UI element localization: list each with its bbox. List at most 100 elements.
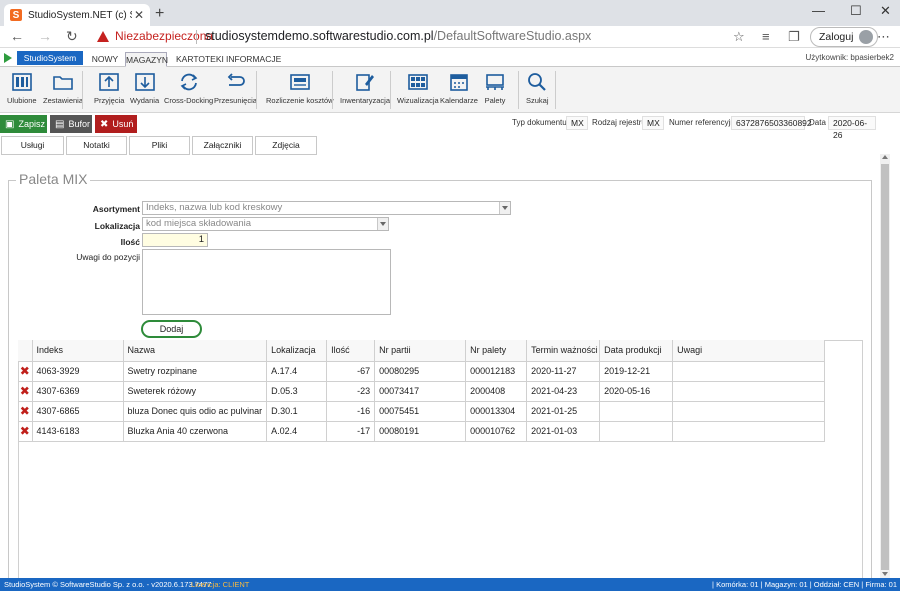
tab-zalaczniki[interactable]: Załączniki: [192, 136, 253, 155]
tab-notatki[interactable]: Notatki: [66, 136, 127, 155]
save-button[interactable]: ▣ Zapisz: [0, 115, 47, 133]
inventory-icon: [356, 74, 375, 91]
ribbon-receive-button[interactable]: Przyjęcia: [94, 71, 124, 105]
url-field[interactable]: studiosystemdemo.softwarestudio.com.pl/D…: [205, 29, 591, 43]
save-icon: ▣: [5, 118, 15, 130]
back-icon[interactable]: ←: [10, 28, 24, 44]
doc-type-field[interactable]: MX: [566, 116, 588, 130]
col-nazwa[interactable]: Nazwa: [122, 340, 268, 362]
vertical-scrollbar[interactable]: [880, 154, 890, 578]
location-combo[interactable]: kod miejsca składowania: [142, 217, 389, 231]
tab-zdjecia[interactable]: Zdjęcia: [255, 136, 317, 155]
studiosystem-favicon-icon: S: [10, 9, 22, 21]
col-ilosc[interactable]: Ilość: [326, 340, 376, 362]
menu-icon[interactable]: ⋯: [877, 29, 890, 45]
ref-field[interactable]: 6372876503360892: [731, 116, 812, 130]
delete-row-icon[interactable]: ✖: [18, 400, 33, 422]
ribbon-cost-button[interactable]: Rozliczenie kosztów: [266, 71, 334, 105]
assortment-label: Asortyment: [92, 204, 140, 214]
date-label: Data: [809, 118, 826, 127]
close-tab-icon[interactable]: ✕: [134, 8, 144, 22]
table-row[interactable]: ✖ 4143-6183 Bluzka Ania 40 czerwona A.02.4-…: [18, 420, 826, 442]
scroll-down-icon[interactable]: [882, 572, 888, 576]
tab-magazyn[interactable]: MAGAZYN: [125, 52, 168, 67]
play-icon[interactable]: [4, 53, 12, 63]
ribbon-pallets-button[interactable]: Palety: [484, 71, 506, 105]
reload-icon[interactable]: ↻: [66, 28, 78, 45]
tab-informacje[interactable]: INFORMACJE: [226, 52, 281, 67]
ribbon-label: Kalendarze: [440, 96, 478, 105]
assortment-combo[interactable]: Indeks, nazwa lub kod kreskowy: [142, 201, 511, 215]
table-cell: 000010762: [465, 420, 528, 442]
buffer-button[interactable]: ▤ Bufor: [50, 115, 92, 133]
ribbon-calendar-button[interactable]: Kalendarze: [440, 71, 478, 105]
ribbon-move-button[interactable]: Przesunięcia: [214, 71, 257, 105]
new-tab-button[interactable]: +: [155, 5, 164, 23]
scroll-thumb[interactable]: [881, 164, 889, 570]
chevron-down-icon[interactable]: [377, 218, 388, 230]
delete-button[interactable]: ✖ Usuń: [95, 115, 137, 133]
qty-input[interactable]: 1: [142, 233, 208, 247]
delete-row-icon[interactable]: ✖: [18, 360, 33, 382]
col-termin[interactable]: Termin ważności: [526, 340, 601, 362]
delete-row-icon[interactable]: ✖: [18, 380, 33, 402]
close-window-icon[interactable]: ✕: [880, 3, 891, 19]
table-cell: bluza Donec quis odio ac pulvinar: [122, 400, 268, 422]
col-indeks[interactable]: Indeks: [31, 340, 124, 362]
table-row[interactable]: ✖ 4307-6369 Sweterek różowy D.05.3 -23 000734…: [18, 380, 826, 402]
tab-kartoteki[interactable]: KARTOTEKI: [176, 52, 224, 67]
tab-uslugi[interactable]: Usługi: [1, 136, 64, 155]
ribbon-crossdock-button[interactable]: Cross-Docking: [164, 71, 213, 105]
ribbon-label: Palety: [484, 96, 506, 105]
ribbon-label: Przesunięcia: [214, 96, 257, 105]
ribbon-search-button[interactable]: Szukaj: [526, 71, 549, 105]
table-row[interactable]: ✖ 4063-3929 Swetry rozpinane A.17.4 -67 00080…: [18, 360, 826, 382]
divider: [196, 30, 197, 44]
tab-nowy[interactable]: NOWY: [90, 52, 120, 67]
maximize-icon[interactable]: ☐: [850, 3, 862, 19]
col-uwagi[interactable]: Uwagi: [672, 340, 826, 362]
collections-icon[interactable]: ❐: [788, 29, 800, 45]
divider: [518, 71, 519, 109]
star-icon[interactable]: ☆: [733, 29, 745, 45]
sub-tabs: Usługi Notatki Pliki Załączniki Zdjęcia: [0, 136, 880, 156]
notes-textarea[interactable]: [142, 249, 391, 315]
ribbon-reports-button[interactable]: Zestawienia: [43, 71, 83, 105]
table-cell: 2021-01-03: [526, 420, 601, 442]
reading-list-icon[interactable]: ≡: [762, 29, 770, 44]
tab-pliki[interactable]: Pliki: [129, 136, 190, 155]
login-label: Zaloguj: [819, 31, 854, 43]
brand-button[interactable]: StudioSystem: [17, 51, 83, 65]
scroll-up-icon[interactable]: [882, 155, 888, 159]
browser-tabbar: S StudioSystem.NET (c) SoftwareStudio ✕ …: [0, 0, 900, 26]
col-lokalizacja[interactable]: Lokalizacja: [266, 340, 328, 362]
login-button[interactable]: Zaloguj: [810, 27, 879, 47]
minimize-icon[interactable]: —: [812, 3, 825, 18]
divider: [256, 71, 257, 109]
forward-icon[interactable]: →: [38, 28, 52, 44]
date-field[interactable]: 2020-06-26: [828, 116, 876, 140]
doc-type-label: Typ dokumentu: [512, 118, 567, 127]
table-cell: 00080191: [374, 420, 467, 442]
col-nr-partii[interactable]: Nr partii: [374, 340, 467, 362]
receive-icon: [99, 73, 120, 91]
table-cell: 00080295: [374, 360, 467, 382]
add-button[interactable]: Dodaj: [141, 320, 202, 338]
chevron-down-icon[interactable]: [499, 202, 510, 214]
col-data-produkcji[interactable]: Data produkcji: [599, 340, 674, 362]
ribbon-inventory-button[interactable]: Inwentaryzacja: [340, 71, 390, 105]
browser-tab[interactable]: S StudioSystem.NET (c) SoftwareStudio ✕: [4, 4, 150, 26]
location-label: Lokalizacja: [94, 221, 140, 231]
ribbon-visualization-button[interactable]: Wizualizacja: [397, 71, 439, 105]
ribbon-favorites-button[interactable]: Ulubione: [7, 71, 37, 105]
status-bar: StudioSystem © SoftwareStudio Sp. z o.o.…: [0, 578, 900, 591]
col-nr-palety[interactable]: Nr palety: [465, 340, 528, 362]
ribbon-issue-button[interactable]: Wydania: [130, 71, 159, 105]
visual-icon: [408, 74, 428, 90]
register-field[interactable]: MX: [642, 116, 664, 130]
table-row[interactable]: ✖ 4307-6865 bluza Donec quis odio ac pulvi…: [18, 400, 826, 422]
calendar-icon: [450, 74, 468, 91]
delete-row-icon[interactable]: ✖: [18, 420, 33, 442]
divider: [555, 71, 556, 109]
table-cell: [672, 380, 826, 402]
